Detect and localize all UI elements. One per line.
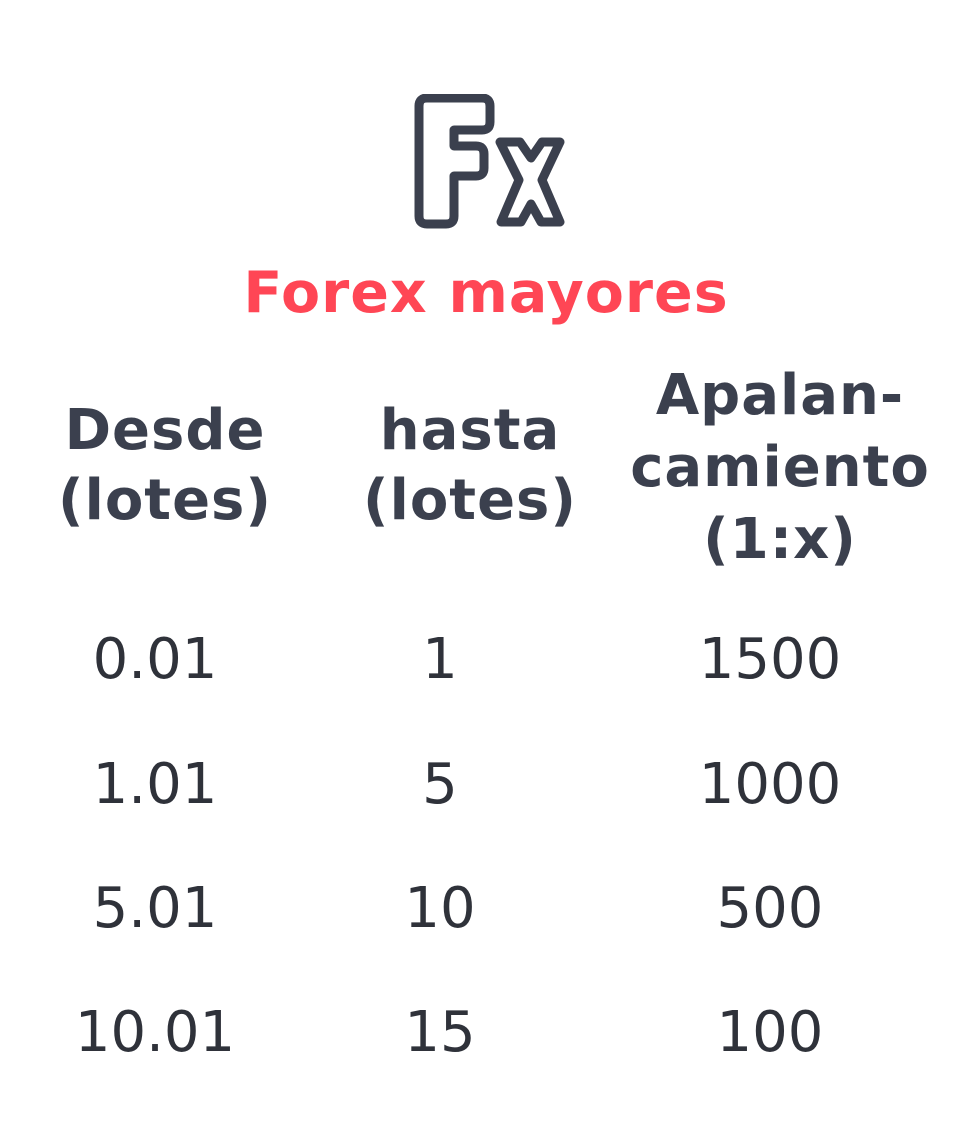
fx-icon [414, 94, 565, 229]
cell-to: 15 [404, 1000, 476, 1065]
header-leverage-line-2: camiento [630, 435, 930, 500]
cell-from: 1.01 [92, 752, 218, 817]
page-title: Forex mayores [243, 260, 729, 326]
cell-leverage: 500 [716, 876, 824, 941]
header-leverage: Apalan- camiento (1:x) [620, 360, 940, 576]
cell-from: 5.01 [92, 876, 218, 941]
header-to-lots: hasta (lotes) [330, 396, 610, 536]
header-from-lots-line-2: (lotes) [58, 468, 272, 533]
cell-leverage: 1000 [698, 752, 842, 817]
table-row: 10.01 15 100 [0, 993, 972, 1073]
header-from-lots-line-1: Desde [64, 398, 266, 463]
header-to-lots-line-1: hasta [379, 398, 561, 463]
header-leverage-line-1: Apalan- [655, 363, 905, 428]
cell-leverage: 1500 [698, 627, 842, 692]
table-row: 5.01 10 500 [0, 869, 972, 949]
cell-from: 0.01 [92, 627, 218, 692]
header-from-lots: Desde (lotes) [30, 396, 300, 536]
header-leverage-line-3: (1:x) [703, 507, 857, 572]
cell-to: 10 [404, 876, 476, 941]
cell-to: 1 [422, 627, 458, 692]
table-row: 0.01 1 1500 [0, 620, 972, 700]
cell-leverage: 100 [716, 1000, 824, 1065]
cell-to: 5 [422, 752, 458, 817]
table-row: 1.01 5 1000 [0, 745, 972, 825]
cell-from: 10.01 [74, 1000, 236, 1065]
header-to-lots-line-2: (lotes) [363, 468, 577, 533]
